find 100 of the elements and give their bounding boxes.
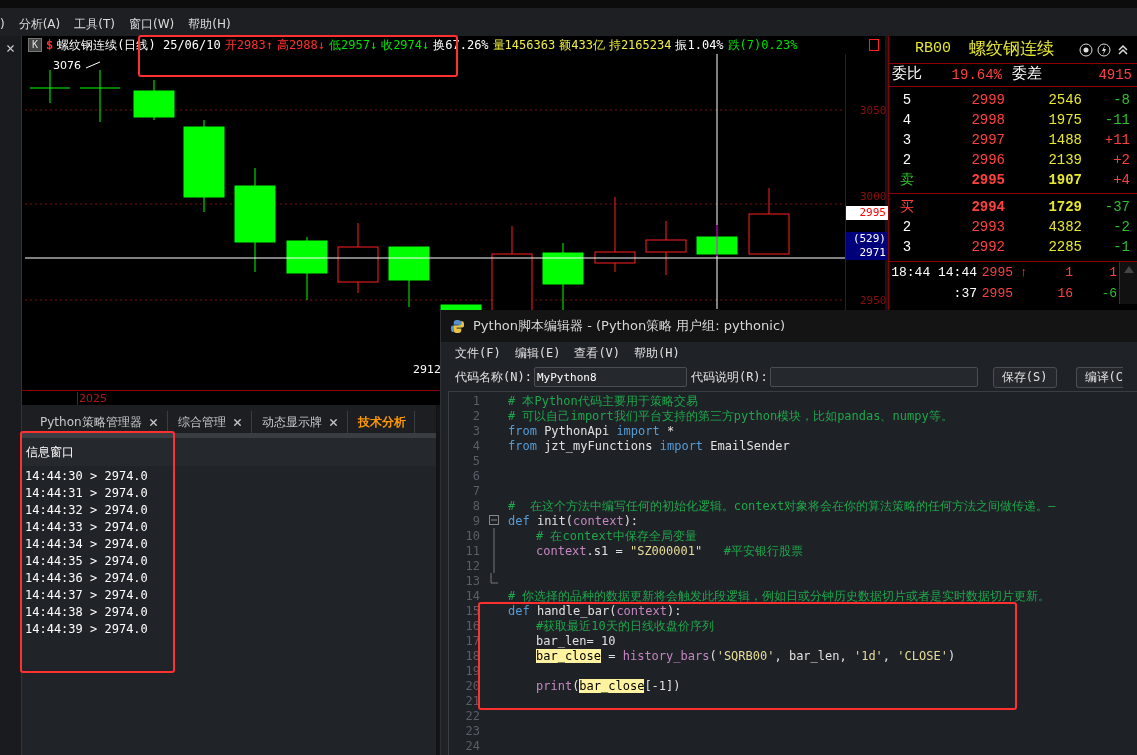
- log-line: 14:44:33 > 2974.0: [25, 519, 149, 536]
- order-volume: 2285: [1047, 238, 1082, 257]
- level-label: 买: [899, 198, 915, 217]
- tick-time: 18:44 14:44: [890, 263, 977, 282]
- code-line: context.s1 = "SZ000001" #平安银行股票: [535, 542, 804, 560]
- tick-price: 2995: [980, 263, 1013, 282]
- compile-button[interactable]: 编译(C: [1075, 366, 1123, 388]
- level-label: 2: [901, 218, 913, 237]
- log-line: 14:44:31 > 2974.0: [25, 485, 149, 502]
- code-line: #获取最近10天的日线收盘价序列: [535, 618, 714, 635]
- code-name-field[interactable]: MyPython8: [533, 367, 687, 387]
- code-line: def init(context):: [508, 512, 639, 530]
- menu-item[interactable]: 分析(A): [18, 15, 61, 33]
- menu-item[interactable]: 文件(F): [455, 344, 501, 362]
- order-volume: 1907: [1047, 171, 1082, 190]
- candlestick: [79, 69, 121, 123]
- tick-count: 1: [1108, 263, 1118, 282]
- line-number: 23: [464, 722, 480, 740]
- fold-icon[interactable]: [489, 515, 499, 525]
- candlestick: [645, 220, 687, 276]
- line-number: 13: [464, 572, 480, 590]
- line-number: 14: [464, 587, 480, 605]
- quote-value: 量1456363: [492, 37, 556, 54]
- menu-item[interactable]: 编辑(E): [514, 344, 561, 362]
- menu-item[interactable]: ): [0, 15, 5, 33]
- level-label: 5: [901, 91, 913, 110]
- close-icon[interactable]: [5, 43, 16, 54]
- currency-mark: $: [46, 37, 54, 54]
- order-price: 2999: [970, 91, 1005, 110]
- volume-change: -8: [1112, 91, 1130, 110]
- menu-item[interactable]: 查看(V): [574, 344, 621, 362]
- order-volume: 1488: [1047, 131, 1082, 150]
- order-volume: 2546: [1047, 91, 1082, 110]
- candlestick: [29, 69, 71, 104]
- line-number: 2: [471, 407, 480, 425]
- level-label: 卖: [899, 171, 915, 190]
- code-editor[interactable]: [448, 391, 1137, 755]
- candlestick: [337, 222, 379, 294]
- python-icon: [450, 318, 465, 334]
- code-line: # 在这个方法中编写任何的初始化逻辑。context对象将会在你的算法策略的任何方法之间做传递。—: [508, 497, 1056, 515]
- close-icon[interactable]: [231, 416, 243, 428]
- line-number: 22: [464, 707, 480, 725]
- order-price: 2993: [970, 218, 1005, 237]
- menu-item[interactable]: 帮助(H): [188, 15, 231, 33]
- line-number: 5: [471, 452, 480, 470]
- candlestick: [388, 246, 430, 308]
- line-number: 4: [471, 437, 480, 455]
- code-line: # 你选择的品种的数据更新将会触发此段逻辑，例如日或分钟历史数据切片或者是实时数据切片更新。: [508, 587, 1051, 605]
- code-line: from PythonApi import *: [508, 423, 675, 440]
- menu-item[interactable]: 帮助(H): [634, 344, 680, 362]
- collapse-icon[interactable]: [1117, 42, 1129, 57]
- line-number: 8: [471, 497, 480, 515]
- log-line: 14:44:32 > 2974.0: [25, 502, 149, 519]
- tick-volume: 16: [1056, 284, 1073, 303]
- close-icon[interactable]: [147, 416, 159, 428]
- order-price: 2995: [970, 171, 1005, 190]
- level-label: 3: [901, 131, 913, 150]
- year-label: 2025: [77, 391, 107, 405]
- save-button[interactable]: 保存(S): [992, 366, 1057, 388]
- log-line: 14:44:35 > 2974.0: [25, 553, 149, 570]
- line-number: 7: [471, 482, 480, 500]
- volume-change: +2: [1112, 151, 1130, 170]
- log-line: 14:44:37 > 2974.0: [25, 587, 149, 604]
- log-line: 14:44:34 > 2974.0: [25, 536, 149, 553]
- field-label: 代码名称(N):: [455, 369, 532, 386]
- menu-item[interactable]: 窗口(W): [128, 15, 175, 33]
- ratio-value: 19.64%: [950, 65, 1002, 85]
- line-number: 24: [464, 737, 480, 755]
- code-line: # 本Python代码主要用于策略交易: [508, 392, 698, 410]
- tick-count: -6: [1100, 284, 1118, 303]
- contract-name: 螺纹钢连续: [969, 38, 1054, 61]
- last-price-tag: 2995: [846, 206, 888, 220]
- order-volume: 1729: [1047, 198, 1082, 217]
- chart-type-badge[interactable]: K: [28, 38, 43, 52]
- line-number: 9: [471, 512, 480, 530]
- candlestick: [748, 187, 790, 255]
- level-label: 2: [901, 151, 913, 170]
- volume-change: -2: [1112, 218, 1130, 237]
- line-number: 21: [464, 692, 480, 710]
- quote-value: 收2974↓: [381, 37, 430, 54]
- menu-item[interactable]: 工具(T): [74, 15, 115, 33]
- target-icon[interactable]: [1079, 42, 1093, 57]
- code-description-field[interactable]: [769, 367, 978, 387]
- field-label: 代码说明(R):: [690, 369, 768, 386]
- level-label: 4: [901, 111, 913, 130]
- order-price: 2996: [970, 151, 1005, 170]
- order-price: 2992: [970, 238, 1005, 257]
- panel-toggle-icon[interactable]: [869, 39, 879, 51]
- tick-direction: ↑: [1019, 263, 1029, 282]
- candlestick: [440, 304, 482, 311]
- cursor-price-tag: (529) 2971: [846, 232, 888, 260]
- code-line: # 可以自己import我们平台支持的第三方python模块，比如pandas、numpy等。: [508, 408, 953, 425]
- close-icon[interactable]: [327, 416, 339, 428]
- scrollbar[interactable]: [1119, 262, 1137, 304]
- quote-value: 跌(7)0.23%: [727, 37, 798, 54]
- tick-time: :37: [952, 284, 977, 303]
- lightning-icon[interactable]: [1097, 42, 1111, 57]
- candlestick: [133, 79, 175, 121]
- line-number: 10: [464, 527, 480, 545]
- leader-line: [85, 61, 101, 69]
